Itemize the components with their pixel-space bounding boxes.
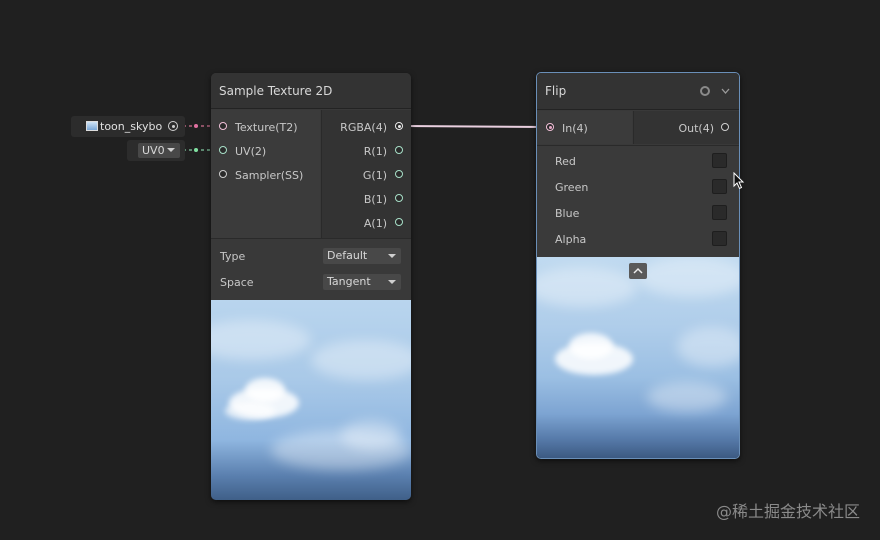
a-port[interactable] bbox=[395, 218, 403, 226]
flip-title-text: Flip bbox=[545, 84, 567, 98]
chevron-down-icon bbox=[167, 148, 175, 152]
toggle-alpha-label: Alpha bbox=[555, 233, 587, 246]
b-port-label: B(1) bbox=[363, 193, 387, 206]
texture-input-field[interactable]: toon_skybo bbox=[71, 116, 185, 137]
flip-in-label: In(4) bbox=[562, 122, 588, 135]
rgba-port-label: RGBA(4) bbox=[340, 121, 387, 134]
uv-input-field[interactable]: UV0 bbox=[127, 140, 185, 161]
watermark: @稀土掘金技术社区 bbox=[715, 502, 860, 521]
g-port-label: G(1) bbox=[362, 169, 387, 182]
settings-divider bbox=[211, 238, 411, 239]
sample-texture-2d-node[interactable]: Sample Texture 2D Texture(T2) UV(2) Samp… bbox=[211, 73, 411, 500]
type-dropdown-value: Default bbox=[327, 249, 368, 262]
type-dropdown[interactable]: Default bbox=[323, 248, 401, 264]
texture-input-label: toon_skybo bbox=[100, 120, 163, 133]
uv-input-connector bbox=[194, 148, 198, 152]
b-port[interactable] bbox=[395, 194, 403, 202]
wire-rgba-to-in bbox=[403, 125, 548, 128]
texture-port-label: Texture(T2) bbox=[235, 121, 298, 134]
toggle-blue-checkbox[interactable] bbox=[712, 205, 727, 220]
a-port-label: A(1) bbox=[363, 217, 387, 230]
texture-input-connector bbox=[194, 124, 198, 128]
sampler-port[interactable] bbox=[219, 170, 227, 178]
toggle-red-checkbox[interactable] bbox=[712, 153, 727, 168]
toggle-green-label: Green bbox=[555, 181, 589, 194]
toggle-alpha-checkbox[interactable] bbox=[712, 231, 727, 246]
chevron-down-icon bbox=[388, 254, 396, 258]
toggle-green-checkbox[interactable] bbox=[712, 179, 727, 194]
texture-preview bbox=[211, 300, 411, 500]
r-port[interactable] bbox=[395, 146, 403, 154]
rgba-port[interactable] bbox=[395, 122, 403, 130]
mouse-cursor-icon bbox=[733, 172, 745, 190]
node-title: Sample Texture 2D bbox=[211, 73, 411, 109]
flip-preview bbox=[537, 257, 739, 458]
toggle-red-label: Red bbox=[555, 155, 576, 168]
uv-port-label: UV(2) bbox=[235, 145, 267, 158]
chevron-down-icon[interactable] bbox=[721, 88, 730, 95]
texture-icon bbox=[86, 121, 98, 131]
flip-out-label: Out(4) bbox=[678, 122, 714, 135]
flip-in-port[interactable] bbox=[546, 123, 554, 131]
object-picker-icon[interactable] bbox=[168, 121, 178, 131]
preview-collapse-button[interactable] bbox=[629, 263, 647, 279]
texture-port[interactable] bbox=[219, 122, 227, 130]
gear-icon[interactable] bbox=[700, 86, 710, 96]
uv-port[interactable] bbox=[219, 146, 227, 154]
uv-dropdown-value: UV0 bbox=[142, 144, 165, 157]
space-dropdown-value: Tangent bbox=[327, 275, 371, 288]
chevron-down-icon bbox=[388, 280, 396, 284]
type-label: Type bbox=[220, 250, 246, 263]
r-port-label: R(1) bbox=[363, 145, 387, 158]
sampler-port-label: Sampler(SS) bbox=[235, 169, 304, 182]
space-label: Space bbox=[220, 276, 254, 289]
space-dropdown[interactable]: Tangent bbox=[323, 274, 401, 290]
wires bbox=[183, 125, 548, 151]
g-port[interactable] bbox=[395, 170, 403, 178]
chevron-up-icon bbox=[633, 267, 643, 274]
toggle-blue-label: Blue bbox=[555, 207, 580, 220]
flip-out-port[interactable] bbox=[721, 123, 729, 131]
flip-node[interactable]: Flip In(4) Out(4) Red Green Blue Alpha bbox=[536, 72, 740, 459]
uv-dropdown[interactable]: UV0 bbox=[138, 143, 180, 158]
